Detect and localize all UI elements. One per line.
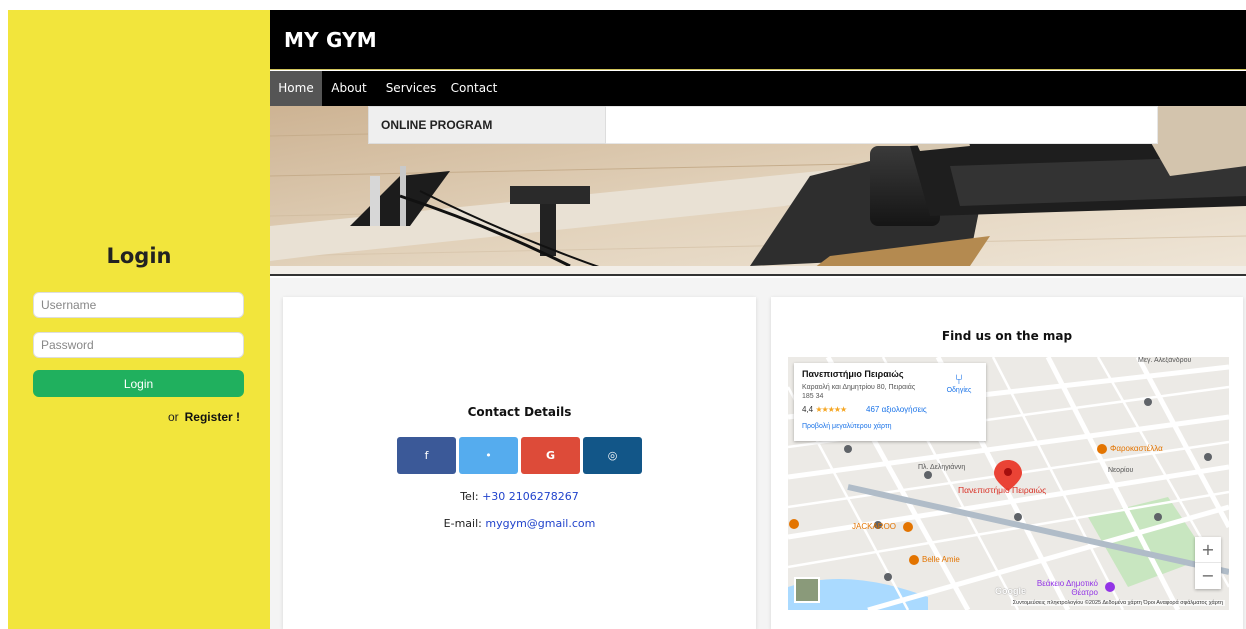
directions-button[interactable]: ⑂ Οδηγίες: [934, 371, 984, 394]
instagram-button[interactable]: ◎: [583, 437, 642, 474]
map-zoom-controls: + −: [1195, 537, 1221, 589]
map-card: Find us on the map Πανεπιστήμιο Πειραιώς…: [771, 297, 1243, 629]
nav-contact[interactable]: Contact: [448, 71, 500, 106]
contact-email: E-mail: mygym@gmail.com: [283, 517, 756, 530]
instagram-icon: ◎: [607, 449, 618, 462]
rating-value: 4,4: [802, 405, 814, 414]
twitter-icon: •: [485, 449, 492, 462]
map-title: Find us on the map: [941, 329, 1073, 343]
tel-label: Tel:: [460, 490, 479, 503]
tel-link[interactable]: +30 2106278267: [482, 490, 579, 503]
zoom-in-button[interactable]: +: [1195, 537, 1221, 563]
nav-home[interactable]: Home: [270, 71, 322, 106]
dropdown-online-program[interactable]: ONLINE PROGRAM: [381, 118, 492, 132]
google-icon: G: [545, 449, 556, 462]
map-footer[interactable]: Συντομεύσεις πληκτρολογίου ©2025 Δεδομέν…: [1010, 600, 1225, 606]
map-poi-belle-amie[interactable]: Belle Amie: [922, 555, 960, 564]
zoom-out-button[interactable]: −: [1195, 563, 1221, 589]
email-label: E-mail:: [443, 517, 482, 530]
map-pin-label[interactable]: Πανεπιστήμιο Πειραιώς: [958, 485, 1046, 495]
nav-about[interactable]: About: [326, 71, 372, 106]
contact-card: Contact Details f • G ◎ Tel: +30 2106278…: [283, 297, 756, 629]
facebook-icon: f: [424, 449, 429, 462]
google-logo: Google: [995, 586, 1026, 596]
place-rating: 4,4 ★★★★★: [802, 405, 847, 414]
username-input[interactable]: [33, 292, 244, 318]
directions-icon: ⑂: [954, 371, 964, 387]
site-header: MY GYM: [270, 10, 1246, 70]
login-sidebar: Login Login or Register !: [8, 10, 270, 629]
embedded-map[interactable]: Πανεπιστήμιο Πειραιώς Φαροκαστέλλα JACKA…: [788, 357, 1229, 610]
twitter-button[interactable]: •: [459, 437, 518, 474]
email-link[interactable]: mygym@gmail.com: [485, 517, 595, 530]
directions-label: Οδηγίες: [946, 387, 972, 394]
main-nav: Home About Services Contact: [270, 71, 1246, 106]
map-poi-farokastella[interactable]: Φαροκαστέλλα: [1110, 444, 1163, 453]
login-button[interactable]: Login: [33, 370, 244, 397]
place-name: Πανεπιστήμιο Πειραιώς: [802, 369, 904, 379]
register-link[interactable]: Register !: [185, 410, 240, 424]
contact-tel: Tel: +30 2106278267: [283, 490, 756, 503]
login-title: Login: [106, 244, 172, 268]
google-button[interactable]: G: [521, 437, 580, 474]
larger-map-link[interactable]: Προβολή μεγαλύτερου χάρτη: [802, 423, 892, 430]
contact-title: Contact Details: [467, 405, 572, 419]
star-icon: ★★★★★: [815, 405, 847, 414]
nav-services[interactable]: Services: [378, 71, 444, 106]
dropdown-panel: [606, 106, 1158, 144]
map-street-deligianni: Πλ. Δεληγιάννη: [918, 464, 966, 471]
map-place-card: Πανεπιστήμιο Πειραιώς Καραολή και Δημητρ…: [794, 363, 986, 441]
place-reviews-link[interactable]: 467 αξιολογήσεις: [866, 405, 927, 414]
map-poi-jackaroo[interactable]: JACKAROO: [852, 522, 896, 531]
password-input[interactable]: [33, 332, 244, 358]
map-street-neoriou: Νεορίου: [1108, 467, 1134, 474]
site-brand[interactable]: MY GYM: [284, 28, 377, 52]
map-layer-toggle[interactable]: [794, 577, 820, 603]
services-dropdown: ONLINE PROGRAM: [368, 106, 606, 144]
place-address: Καραολή και Δημητρίου 80, Πειραιάς 185 3…: [802, 384, 916, 400]
map-street-alexandrou: Μεγ. Αλεξάνδρου: [1138, 357, 1192, 364]
register-or-text: or: [167, 410, 179, 424]
facebook-button[interactable]: f: [397, 437, 456, 474]
register-line: or Register !: [168, 410, 240, 424]
